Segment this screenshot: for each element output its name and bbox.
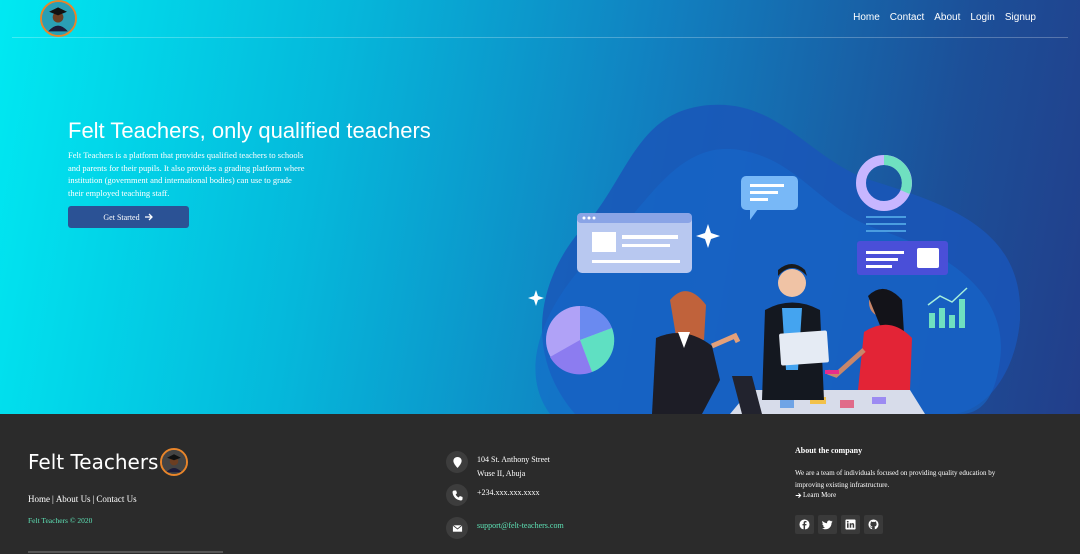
arrow-right-icon: [144, 213, 153, 221]
get-started-button[interactable]: Get Started: [68, 206, 189, 228]
main-nav: Home Contact About Login Signup: [853, 12, 1036, 23]
about-title: About the company: [795, 446, 863, 455]
nav-login-link[interactable]: Login: [970, 12, 994, 23]
phone-row: +234.xxx.xxx.xxxx: [446, 484, 540, 506]
hero-section: Home Contact About Login Signup Felt Tea…: [0, 0, 1080, 414]
nav-about-link[interactable]: About: [934, 12, 960, 23]
get-started-label: Get Started: [103, 212, 140, 222]
email-link[interactable]: support@felt-teachers.com: [477, 517, 564, 533]
linkedin-icon[interactable]: [841, 515, 860, 534]
facebook-icon[interactable]: [795, 515, 814, 534]
nav-signup-link[interactable]: Signup: [1005, 12, 1036, 23]
footer-link-home[interactable]: Home: [28, 494, 50, 504]
about-text: We are a team of individuals focused on …: [795, 469, 996, 489]
email-row: support@felt-teachers.com: [446, 517, 564, 539]
hero-title: Felt Teachers, only qualified teachers: [68, 118, 431, 143]
copyright: Felt Teachers © 2020: [28, 516, 93, 525]
team-illustration: [528, 104, 1020, 414]
footer-link-about[interactable]: About Us: [56, 494, 91, 504]
arrow-right-icon: [795, 492, 802, 498]
envelope-icon: [446, 517, 468, 539]
logo[interactable]: [40, 0, 77, 37]
address-line-1: 104 St. Anthony Street: [477, 455, 550, 464]
address-line-2: Wuse II, Abuja: [477, 469, 526, 478]
footer-link-separator: |: [92, 494, 95, 504]
footer-brand[interactable]: Felt Teachers: [28, 448, 189, 476]
footer-link-contact[interactable]: Contact Us: [96, 494, 136, 504]
footer-links: Home | About Us | Contact Us: [28, 494, 137, 504]
footer-link-separator: |: [52, 494, 54, 504]
nav-divider: [12, 37, 1068, 38]
footer: Felt Teachers Home | About Us | Contact …: [0, 414, 1080, 554]
hero-description: Felt Teachers is a platform that provide…: [68, 150, 305, 198]
footer-logo: [160, 448, 189, 476]
location-pin-icon: [446, 451, 468, 473]
nav-contact-link[interactable]: Contact: [890, 12, 924, 23]
social-links: [795, 515, 883, 534]
twitter-icon[interactable]: [818, 515, 837, 534]
phone-icon: [446, 484, 468, 506]
github-icon[interactable]: [864, 515, 883, 534]
learn-more-link[interactable]: Learn More: [795, 491, 836, 499]
address-text: 104 St. Anthony Street Wuse II, Abuja: [477, 451, 550, 481]
scroll-indicator: [28, 551, 223, 553]
address-row: 104 St. Anthony Street Wuse II, Abuja: [446, 451, 550, 481]
footer-brand-name: Felt Teachers: [28, 450, 159, 474]
learn-more-label: Learn More: [803, 491, 837, 499]
phone-text: +234.xxx.xxx.xxxx: [477, 488, 540, 497]
nav-home-link[interactable]: Home: [853, 12, 880, 23]
